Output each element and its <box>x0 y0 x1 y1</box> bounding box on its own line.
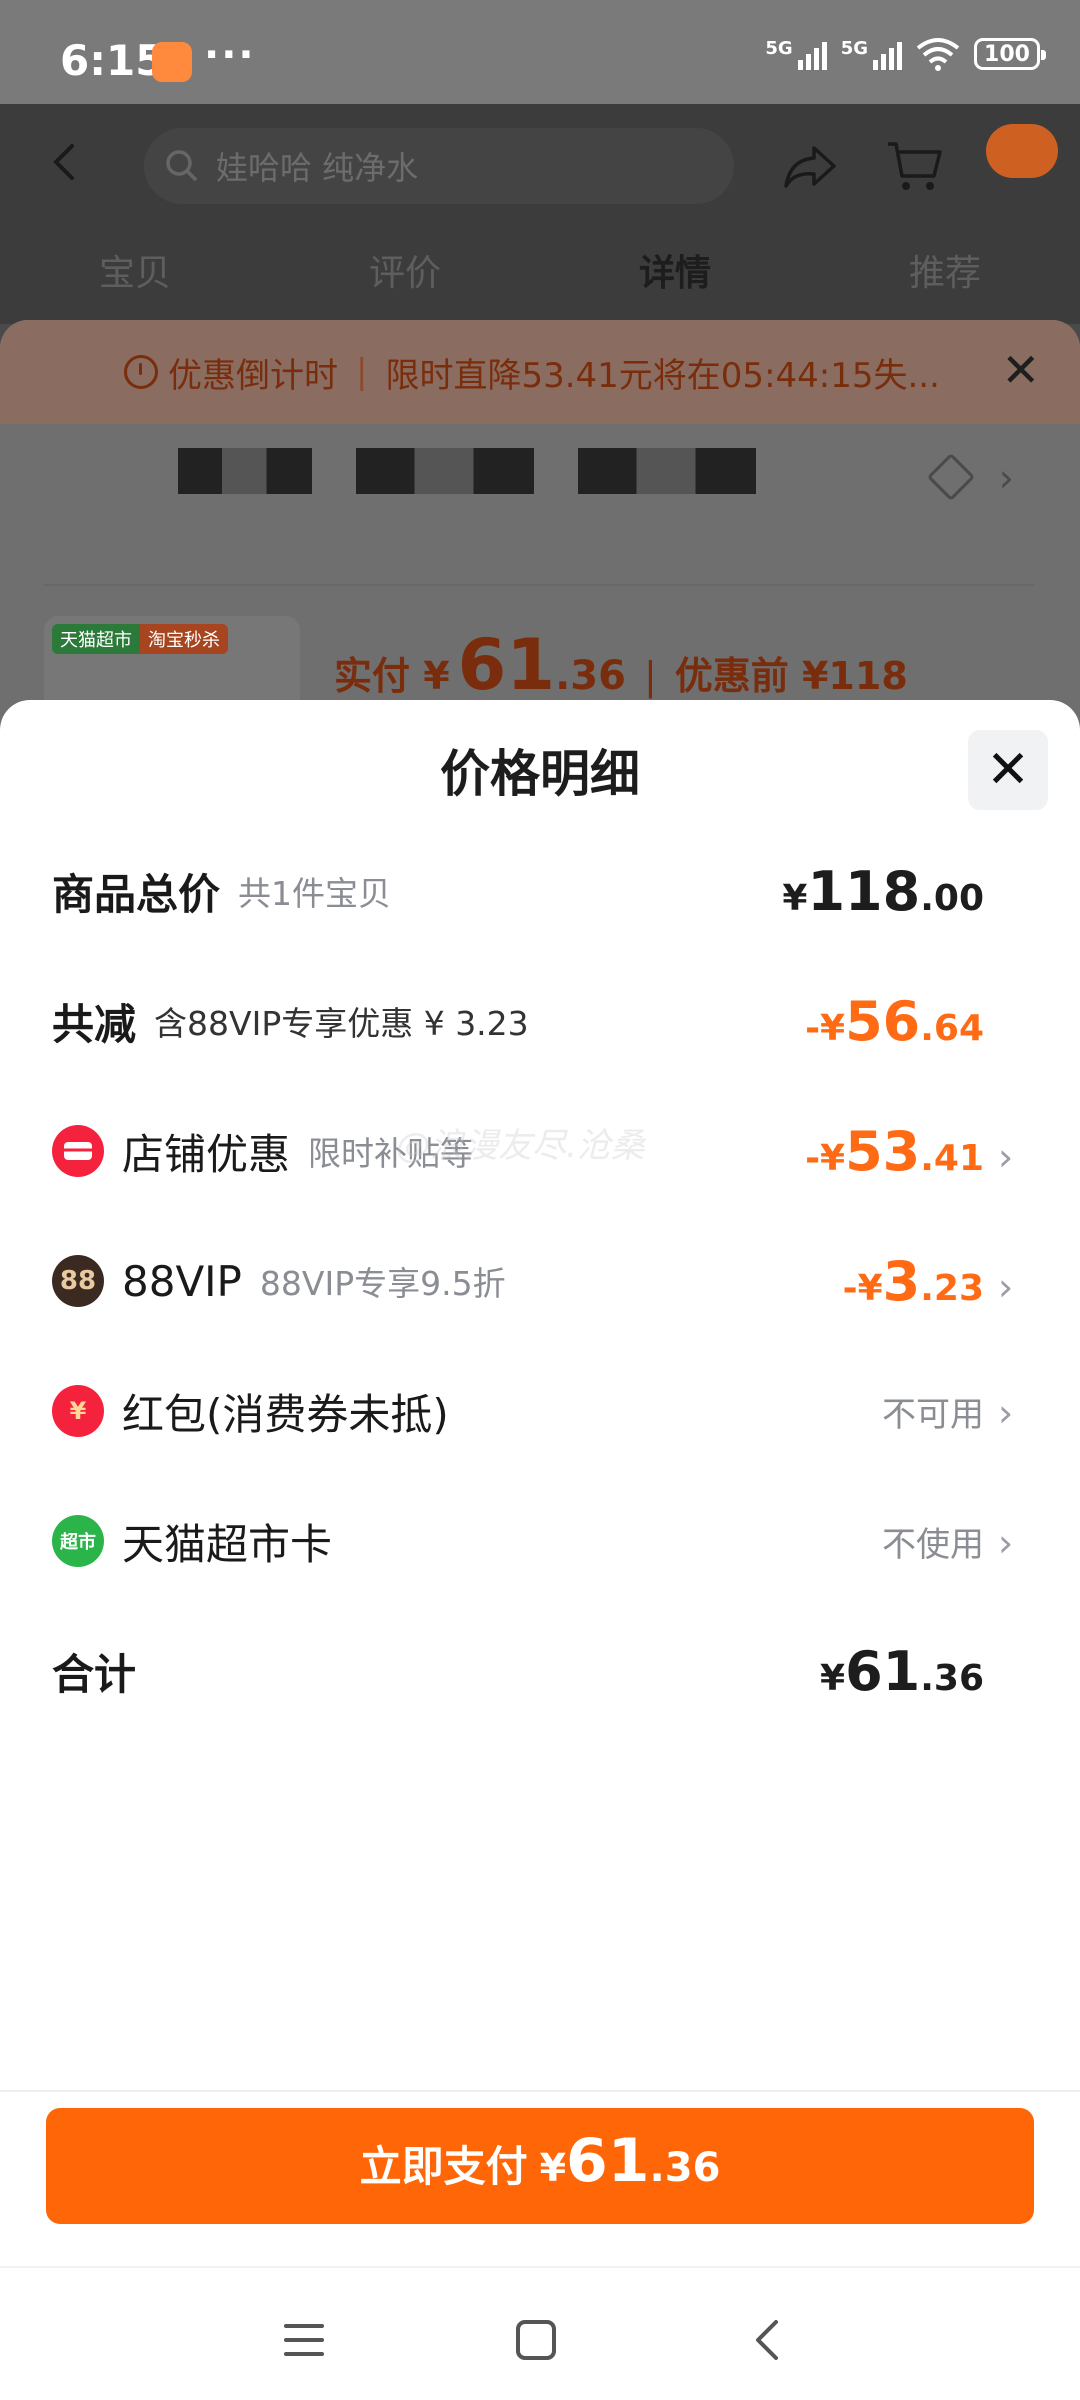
redacted-block <box>178 448 312 494</box>
chevron-right-icon: › <box>998 1134 1014 1179</box>
shop-coupon-icon <box>52 1125 104 1177</box>
search-placeholder: 娃哈哈 纯净水 <box>216 149 419 187</box>
row-status: 不可用 <box>882 1394 984 1435</box>
edit-icon <box>926 452 976 502</box>
share-icon <box>784 146 836 188</box>
search-bar: 娃哈哈 纯净水 <box>144 128 734 204</box>
status-bar: 6:15 ··· 5G 5G 100 <box>0 0 1080 104</box>
sheet-title: 价格明细 <box>440 745 640 803</box>
close-icon: ✕ <box>986 740 1030 800</box>
menu-nav-button[interactable] <box>274 2310 334 2370</box>
row-label: 合计 <box>52 1649 137 1699</box>
countdown-label: 优惠倒计时 <box>168 355 338 396</box>
menu-icon <box>284 2324 324 2356</box>
back-icon <box>756 2320 778 2360</box>
product-tags: 天猫超市 淘宝秒杀 <box>52 624 228 654</box>
tab-reviews: 评价 <box>368 253 441 294</box>
chevron-right-icon: › <box>998 1264 1014 1309</box>
back-nav-button[interactable] <box>738 2310 798 2370</box>
divider <box>0 2266 1080 2268</box>
row-label: 共减 <box>52 999 137 1049</box>
more-notifications-icon: ··· <box>204 32 256 78</box>
countdown-text: 限时直降53.41元将在05:44:15失... <box>385 355 940 396</box>
clock-icon <box>124 355 158 389</box>
message-icon <box>986 124 1058 178</box>
tab-details: 详情 <box>638 253 711 294</box>
divider: | <box>356 352 368 392</box>
chevron-right-icon: › <box>998 1520 1014 1565</box>
amount: ¥ 61 .36 <box>820 1639 984 1703</box>
price-detail-sheet: 价格明细 ✕ 商品总价 共1件宝贝 ¥ 118 .00 共减 含88VIP专享优… <box>0 700 1080 2400</box>
product-page-background: 娃哈哈 纯净水 宝贝 评价 详情 推荐 优惠倒计时 | 限时直降53.41元将在… <box>0 104 1080 736</box>
search-icon <box>166 150 198 182</box>
amount: -¥ 56 .64 <box>805 989 984 1053</box>
row-label: 88VIP <box>122 1256 242 1306</box>
88vip-icon: 88 <box>52 1255 104 1307</box>
taobao-notification-icon <box>152 42 192 82</box>
row-sub: 共1件宝贝 <box>238 874 392 913</box>
watermark: @浪漫友尽.沧桑 <box>396 1126 645 1166</box>
close-icon: ✕ <box>1001 343 1040 397</box>
redacted-block <box>578 448 756 494</box>
system-navigation-bar <box>0 2270 1080 2400</box>
close-button[interactable]: ✕ <box>968 730 1048 810</box>
original-price: 优惠前 ¥118 <box>674 654 908 698</box>
chevron-right-icon: › <box>998 1390 1014 1435</box>
row-sub: 88VIP专享9.5折 <box>259 1264 506 1303</box>
row-total-discount: 共减 含88VIP专享优惠 ¥ 3.23 -¥ 56 .64 <box>52 976 1018 1066</box>
chevron-right-icon: › <box>998 456 1014 500</box>
red-packet-icon: ¥ <box>52 1385 104 1437</box>
amount: ¥ 118 .00 <box>782 859 984 923</box>
row-label: 天猫超市卡 <box>122 1519 333 1569</box>
countdown-banner: 优惠倒计时 | 限时直降53.41元将在05:44:15失... ✕ <box>0 320 1080 424</box>
amount: -¥ 3 .23 <box>842 1249 984 1313</box>
divider <box>44 584 1034 586</box>
supermarket-card-icon: 超市 <box>52 1515 104 1567</box>
row-red-packet[interactable]: ¥ 红包(消费券未抵) 不可用 › <box>52 1366 1018 1456</box>
address-redacted <box>178 448 756 494</box>
row-sub: 含88VIP专享优惠 ¥ 3.23 <box>154 1004 529 1043</box>
row-88vip[interactable]: 88 88VIP 88VIP专享9.5折 -¥ 3 .23 › <box>52 1236 1018 1326</box>
row-goods-total: 商品总价 共1件宝贝 ¥ 118 .00 <box>52 846 1018 936</box>
tab-item: 宝贝 <box>98 253 171 294</box>
order-sheet-background: 优惠倒计时 | 限时直降53.41元将在05:44:15失... ✕ › 天猫超… <box>0 320 1080 736</box>
row-supermarket-card[interactable]: 超市 天猫超市卡 不使用 › <box>52 1496 1018 1586</box>
home-nav-button[interactable] <box>506 2310 566 2370</box>
redacted-block <box>356 448 534 494</box>
signal-1-icon: 5G <box>765 38 827 70</box>
back-icon <box>53 144 74 180</box>
cart-icon <box>888 142 942 190</box>
product-tabs: 宝贝 评价 详情 推荐 <box>0 244 1080 296</box>
battery-icon: 100 <box>974 38 1046 70</box>
amount: -¥ 53 .41 <box>805 1119 984 1183</box>
status-indicators: 5G 5G 100 <box>765 36 1046 72</box>
row-sum: 合计 ¥ 61 .36 <box>52 1626 1018 1716</box>
row-label: 商品总价 <box>52 869 221 919</box>
product-header: 娃哈哈 纯净水 宝贝 评价 详情 推荐 <box>0 104 1080 324</box>
row-label: 红包(消费券未抵) <box>122 1389 449 1439</box>
tab-recommend: 推荐 <box>908 253 981 294</box>
paid-price: 实付 ¥ 61 .36 | 优惠前 ¥118 <box>334 624 908 706</box>
row-label: 店铺优惠 <box>122 1129 291 1179</box>
divider <box>0 2090 1080 2092</box>
pay-now-button[interactable]: 立即支付 ¥ 61 .36 <box>46 2108 1034 2224</box>
status-time: 6:15 <box>60 36 165 85</box>
wifi-icon <box>916 38 960 71</box>
signal-2-icon: 5G <box>841 38 902 70</box>
row-status: 不使用 <box>882 1524 984 1565</box>
home-icon <box>516 2320 556 2360</box>
